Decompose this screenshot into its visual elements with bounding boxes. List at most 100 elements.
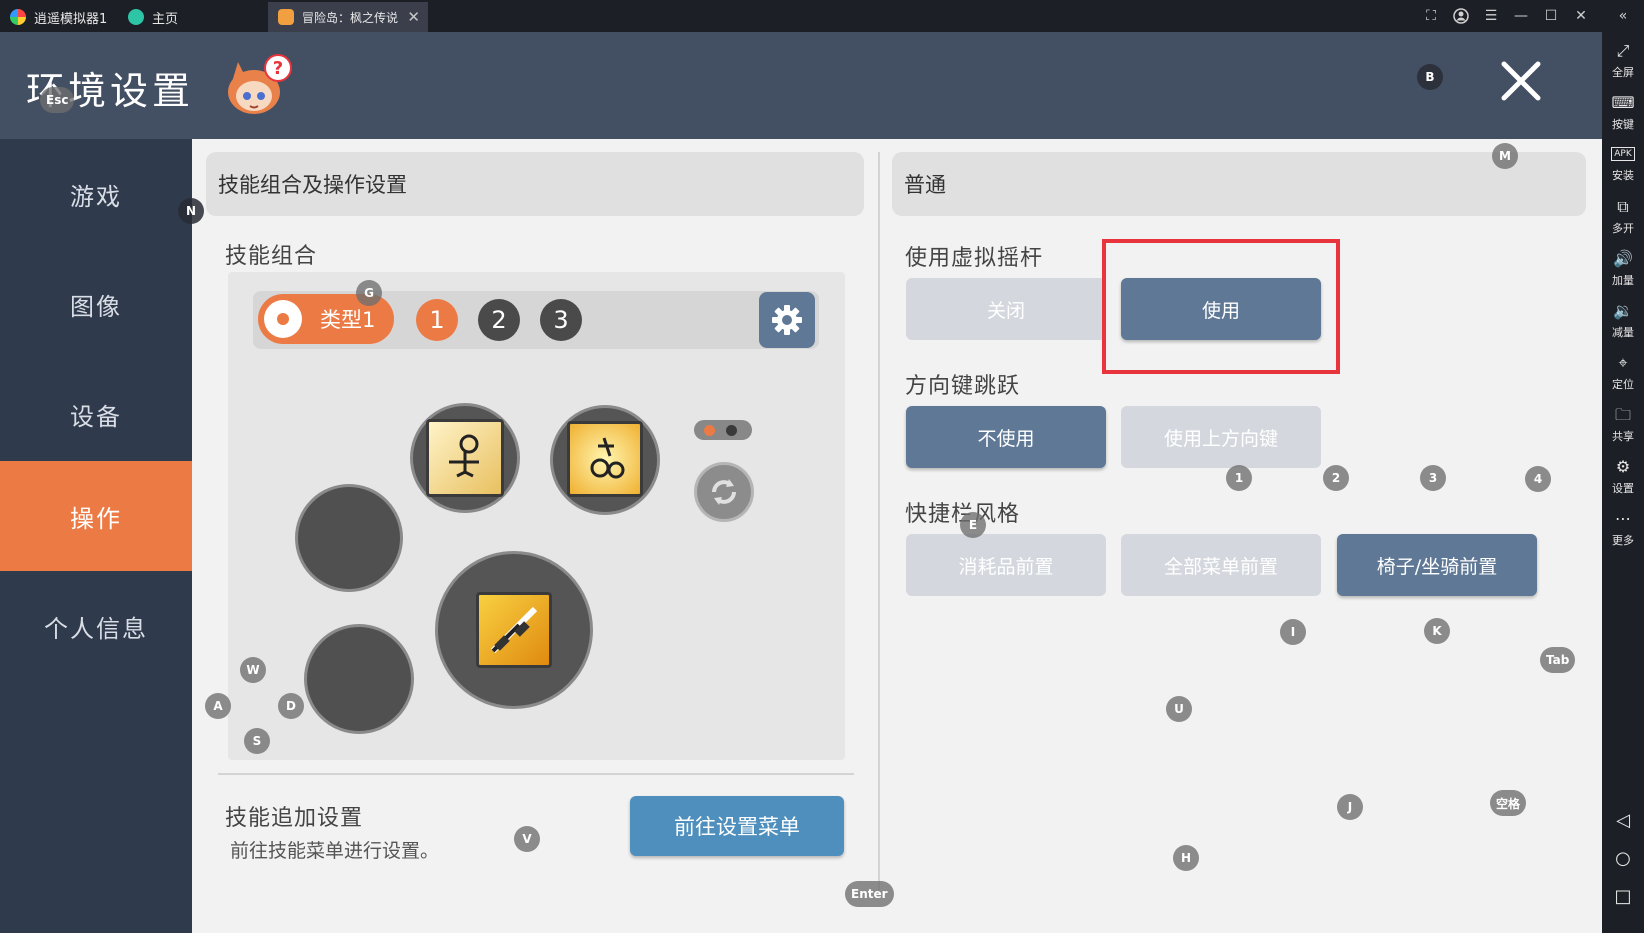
attack-skill-icon xyxy=(476,592,552,668)
toolbar-install[interactable]: APK 安装 xyxy=(1602,140,1644,190)
sidebar-item-controls[interactable]: 操作 xyxy=(0,461,192,571)
toolbar-label: 更多 xyxy=(1612,534,1634,547)
emulator-toolbar: ⤢ 全屏 ⌨ 按键 APK 安装 ⧉ 多开 🔊 加量 🔉 减量 ⌖ 定位 🗀 共享 ⚙ 设置 ⋯ 更… xyxy=(1602,32,1644,933)
key-hint-tab: Tab xyxy=(1540,647,1576,673)
right-panel-title: 普通 xyxy=(892,152,1586,216)
toolbar-label: 安装 xyxy=(1612,169,1634,182)
screenshot-icon[interactable]: ⛶ xyxy=(1416,0,1446,32)
nav-recent-icon[interactable]: □ xyxy=(1602,878,1644,914)
virtual-joystick-label: 使用虚拟摇杆 xyxy=(905,246,1044,271)
menu-icon[interactable]: ☰ xyxy=(1476,0,1506,32)
skill-combo-label: 技能组合 xyxy=(225,244,318,269)
quickbar-consumables-button[interactable]: 消耗品前置 xyxy=(906,534,1106,596)
tab-label: 冒险岛：枫之传说 xyxy=(302,10,399,25)
toolbar-volume-down[interactable]: 🔉 减量 xyxy=(1602,296,1644,346)
page-dot xyxy=(726,425,737,436)
page-dot-active xyxy=(704,425,715,436)
key-hint-3: 3 xyxy=(1420,465,1446,491)
title-bar: 逍遥模拟器1 主页 冒险岛：枫之传说 ✕ ⛶ ☰ — ☐ ✕ « xyxy=(0,0,1644,32)
key-hint-b: B xyxy=(1417,64,1443,90)
skill-slot-4[interactable] xyxy=(304,624,414,734)
home-icon xyxy=(128,9,144,25)
svg-text:?: ? xyxy=(273,58,283,79)
direction-jump-up-button[interactable]: 使用上方向键 xyxy=(1121,406,1321,468)
key-hint-u: U xyxy=(1166,696,1192,722)
nav-back-icon[interactable]: ◁ xyxy=(1602,802,1644,838)
sidebar-item-device[interactable]: 设备 xyxy=(0,359,192,469)
toolbar-location[interactable]: ⌖ 定位 xyxy=(1602,348,1644,398)
sidebar-item-graphics[interactable]: 图像 xyxy=(0,249,192,359)
tab-label: 逍遥模拟器1 xyxy=(34,11,108,27)
key-hint-e: E xyxy=(960,512,986,538)
maximize-icon[interactable]: ☐ xyxy=(1536,0,1566,32)
sidebar-item-label: 操作 xyxy=(70,504,122,533)
key-hint-j: J xyxy=(1337,794,1363,820)
key-hint-h: H xyxy=(1173,845,1199,871)
key-hint-space: 空格 xyxy=(1490,790,1527,816)
tab-home[interactable]: 主页 xyxy=(118,2,268,32)
sidebar-item-label: 设备 xyxy=(70,402,122,431)
toolbar-label: 全屏 xyxy=(1612,66,1634,79)
close-tab-icon[interactable]: ✕ xyxy=(407,8,420,26)
quickbar-chair-mount-button[interactable]: 椅子/坐骑前置 xyxy=(1337,534,1537,596)
key-hint-w: W xyxy=(240,657,266,683)
toolbar-fullscreen[interactable]: ⤢ 全屏 xyxy=(1602,36,1644,86)
apk-icon: APK xyxy=(1611,147,1635,161)
key-hint-a: A xyxy=(205,693,231,719)
location-icon: ⌖ xyxy=(1618,353,1628,372)
multi-instance-icon: ⧉ xyxy=(1617,197,1629,216)
skill-jump-icon xyxy=(426,419,504,497)
toolbar-more[interactable]: ⋯ 更多 xyxy=(1602,504,1644,554)
page-indicator xyxy=(694,420,752,440)
refresh-icon xyxy=(712,479,736,505)
game-icon xyxy=(278,9,294,25)
quickbar-all-menu-button[interactable]: 全部菜单前置 xyxy=(1121,534,1321,596)
key-hint-enter: Enter xyxy=(845,881,894,907)
skill-extra-desc: 前往技能菜单进行设置。 xyxy=(230,840,440,862)
skill-extra-title: 技能追加设置 xyxy=(225,806,364,831)
preset-1-button[interactable]: 1 xyxy=(416,299,458,341)
mascot-help-icon[interactable]: ? xyxy=(224,52,292,116)
settings-sidebar: 游戏 图像 设备 操作 个人信息 xyxy=(0,139,192,933)
preset-settings-button[interactable] xyxy=(759,292,815,348)
sidebar-item-game[interactable]: 游戏 xyxy=(0,139,192,249)
sidebar-item-profile[interactable]: 个人信息 xyxy=(0,571,192,681)
close-settings-icon[interactable] xyxy=(1496,56,1546,106)
toolbar-settings[interactable]: ⚙ 设置 xyxy=(1602,452,1644,502)
swap-button[interactable] xyxy=(694,462,754,522)
gear-icon: ⚙ xyxy=(1615,457,1631,476)
keyboard-icon: ⌨ xyxy=(1611,93,1635,112)
preset-2-button[interactable]: 2 xyxy=(478,299,520,341)
radio-icon xyxy=(264,300,302,338)
emulator-logo-icon xyxy=(10,9,26,25)
joystick-off-button[interactable]: 关闭 xyxy=(906,278,1106,340)
direction-jump-off-button[interactable]: 不使用 xyxy=(906,406,1106,468)
left-panel-title: 技能组合及操作设置 xyxy=(206,152,864,216)
account-icon[interactable] xyxy=(1446,0,1476,32)
sidebar-item-label: 个人信息 xyxy=(44,614,148,643)
fullscreen-icon: ⤢ xyxy=(1616,41,1630,60)
toolbar-multi[interactable]: ⧉ 多开 xyxy=(1602,192,1644,242)
collapse-toolbar-icon[interactable]: « xyxy=(1608,0,1638,32)
key-hint-d: D xyxy=(278,693,304,719)
toolbar-label: 减量 xyxy=(1612,326,1634,339)
tab-game[interactable]: 冒险岛：枫之传说 ✕ xyxy=(268,2,428,32)
toolbar-share[interactable]: 🗀 共享 xyxy=(1602,400,1644,450)
key-hint-m: M xyxy=(1492,143,1518,169)
skill-slot-3[interactable] xyxy=(295,484,403,592)
highlight-box xyxy=(1102,239,1340,374)
toolbar-keymap[interactable]: ⌨ 按键 xyxy=(1602,88,1644,138)
emulator-window: 逍遥模拟器1 主页 冒险岛：枫之传说 ✕ ⛶ ☰ — ☐ ✕ « 环境设置 ? … xyxy=(0,0,1644,933)
minimize-icon[interactable]: — xyxy=(1506,0,1536,32)
sidebar-item-label: 图像 xyxy=(70,292,122,321)
nav-home-icon[interactable]: ○ xyxy=(1602,840,1644,876)
toolbar-volume-up[interactable]: 🔊 加量 xyxy=(1602,244,1644,294)
sidebar-item-label: 游戏 xyxy=(70,182,122,211)
tab-emulator[interactable]: 逍遥模拟器1 xyxy=(0,2,118,32)
goto-settings-menu-button[interactable]: 前往设置菜单 xyxy=(630,796,844,856)
divider xyxy=(218,773,854,775)
folder-icon: 🗀 xyxy=(1614,405,1631,424)
close-window-icon[interactable]: ✕ xyxy=(1566,0,1596,32)
key-hint-1: 1 xyxy=(1226,465,1252,491)
preset-3-button[interactable]: 3 xyxy=(540,299,582,341)
